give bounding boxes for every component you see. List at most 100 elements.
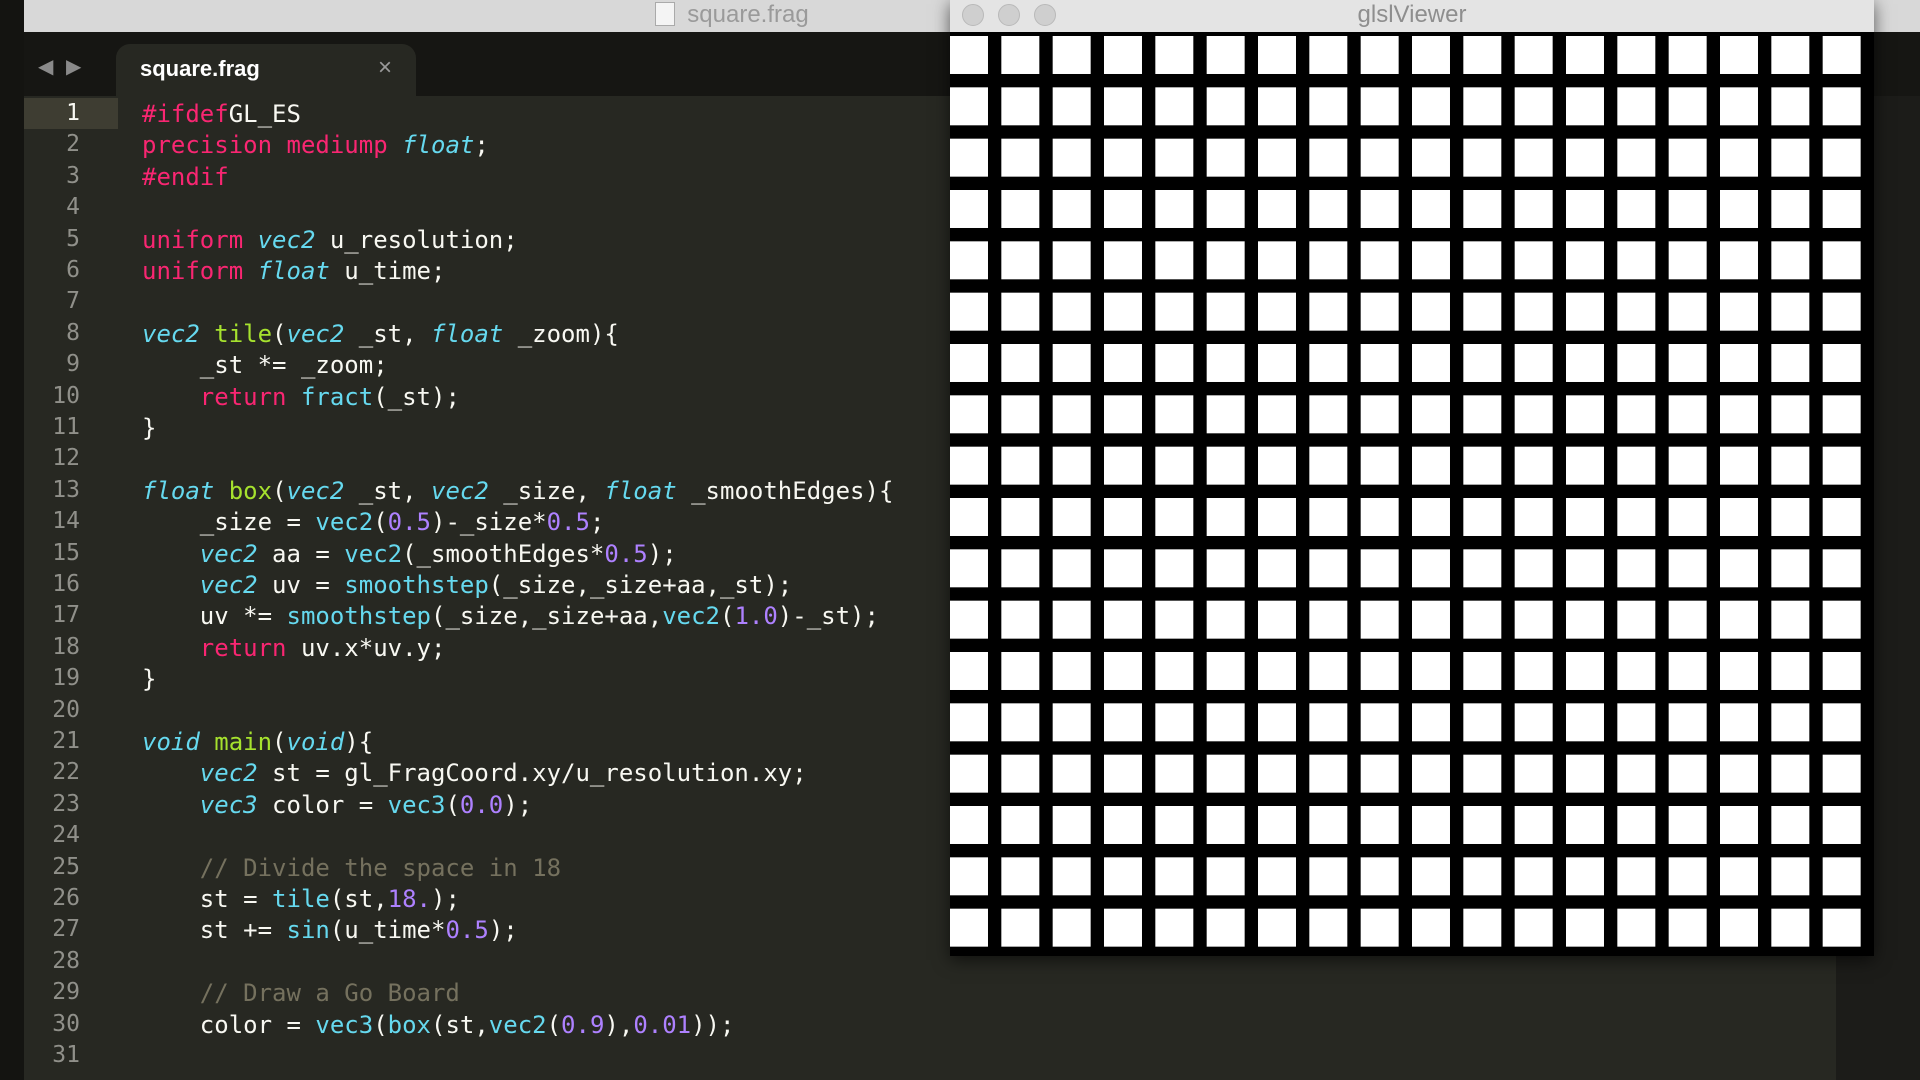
grid-square bbox=[1309, 600, 1348, 639]
grid-square bbox=[1206, 498, 1245, 536]
grid-square bbox=[1155, 36, 1194, 74]
code-token: 0.5 bbox=[604, 539, 648, 568]
line-number: 25 bbox=[52, 853, 80, 880]
grid-square bbox=[1822, 241, 1861, 280]
code-token: float bbox=[431, 319, 504, 348]
grid-square bbox=[1822, 806, 1861, 844]
grid-square bbox=[1052, 87, 1091, 126]
grid-square bbox=[1412, 652, 1450, 690]
grid-square bbox=[1412, 549, 1450, 588]
code-token: ; bbox=[589, 508, 605, 537]
code-line: vec2 st = gl_FragCoord.xy/u_resolution.x… bbox=[142, 759, 807, 787]
grid-square bbox=[1360, 652, 1399, 690]
code-line: uv *= smoothstep(_size,_size+aa,vec2(1.0… bbox=[142, 602, 879, 630]
grid-square bbox=[1720, 908, 1758, 947]
grid-square bbox=[950, 600, 988, 639]
code-token: 1.0 bbox=[734, 602, 778, 631]
grid-square bbox=[950, 292, 988, 331]
grid-square bbox=[1771, 600, 1810, 639]
grid-square bbox=[1720, 446, 1758, 485]
grid-square bbox=[1720, 498, 1758, 536]
grid-square bbox=[1258, 138, 1296, 177]
code-token: void bbox=[286, 728, 345, 756]
code-token: void bbox=[142, 728, 200, 756]
code-token: float bbox=[142, 476, 215, 505]
line-number: 26 bbox=[52, 885, 80, 911]
grid-square bbox=[1104, 498, 1142, 536]
shader-canvas[interactable] bbox=[950, 32, 1874, 956]
code-token: } bbox=[142, 414, 157, 442]
code-token: ( bbox=[445, 790, 460, 819]
grid-square bbox=[1206, 241, 1245, 280]
grid-square bbox=[1566, 87, 1604, 126]
line-number: 6 bbox=[66, 257, 80, 283]
tab-square-frag[interactable]: square.frag × bbox=[116, 44, 416, 96]
grid-square bbox=[1052, 446, 1091, 485]
code-token: vec2 bbox=[315, 508, 374, 537]
grid-square bbox=[1052, 498, 1091, 536]
code-line: vec2 aa = vec2(_smoothEdges*0.5); bbox=[142, 540, 677, 568]
grid-square bbox=[1104, 36, 1142, 74]
code-token: uv *= bbox=[142, 602, 287, 631]
code-token: ( bbox=[546, 1010, 562, 1039]
grid-square bbox=[1668, 754, 1707, 793]
code-token: float bbox=[402, 131, 475, 160]
code-token: vec3 bbox=[315, 1010, 374, 1039]
code-token: mediump bbox=[286, 131, 388, 160]
grid-square bbox=[1155, 600, 1194, 639]
code-token: vec2 bbox=[488, 1010, 547, 1039]
grid-square bbox=[1412, 703, 1450, 742]
nav-forward-icon[interactable]: ▶ bbox=[66, 54, 81, 79]
code-token: (_size,_size+aa,_st); bbox=[488, 571, 793, 599]
code-line: void main(void){ bbox=[142, 728, 373, 756]
grid-square bbox=[950, 498, 988, 536]
grid-square bbox=[1155, 138, 1194, 177]
grid-square bbox=[1771, 190, 1810, 228]
line-number: 14 bbox=[52, 508, 80, 535]
grid-square bbox=[1720, 806, 1758, 844]
code-line: color = vec3(box(st,vec2(0.9),0.01)); bbox=[142, 1010, 735, 1039]
grid-square bbox=[1412, 908, 1450, 947]
nav-back-icon[interactable]: ◀ bbox=[38, 54, 53, 79]
code-token: box bbox=[228, 476, 273, 505]
code-token: ; bbox=[474, 131, 489, 160]
grid-square bbox=[1822, 446, 1861, 485]
grid-square bbox=[1822, 36, 1861, 74]
close-icon[interactable]: × bbox=[378, 54, 392, 82]
code-line: float box(vec2 _st, vec2 _size, float _s… bbox=[142, 477, 893, 505]
line-number: 9 bbox=[66, 351, 80, 378]
grid-square bbox=[1258, 806, 1296, 844]
grid-square bbox=[1720, 190, 1758, 228]
grid-square bbox=[1668, 190, 1707, 228]
code-token: _zoom){ bbox=[503, 319, 619, 348]
grid-square bbox=[1206, 549, 1245, 588]
grid-square bbox=[1001, 652, 1040, 690]
grid-square bbox=[1360, 190, 1399, 228]
grid-square bbox=[1668, 806, 1707, 844]
grid-square bbox=[1309, 806, 1348, 844]
grid-square bbox=[950, 754, 988, 793]
grid-square bbox=[1668, 344, 1707, 382]
code-token: _smoothEdges){ bbox=[676, 476, 894, 505]
code-token: return bbox=[199, 633, 287, 662]
grid-square bbox=[1771, 652, 1810, 690]
code-token: precision bbox=[142, 131, 273, 160]
grid-square bbox=[1155, 292, 1194, 331]
grid-square bbox=[1617, 857, 1656, 896]
grid-square bbox=[1617, 138, 1656, 177]
code-token: tile bbox=[214, 319, 273, 348]
grid-square bbox=[1822, 292, 1861, 331]
grid-square bbox=[1360, 857, 1399, 896]
grid-square bbox=[1617, 806, 1656, 844]
code-token: vec2 bbox=[431, 476, 489, 505]
code-token: _st, bbox=[344, 476, 432, 505]
grid-square bbox=[1052, 754, 1091, 793]
grid-square bbox=[1412, 600, 1450, 639]
viewer-titlebar[interactable]: glslViewer bbox=[950, 0, 1874, 33]
code-area[interactable]: #ifdefGL_ES precision mediump float; #endi… bbox=[118, 96, 998, 1080]
code-line: return fract(_st); bbox=[142, 383, 460, 411]
